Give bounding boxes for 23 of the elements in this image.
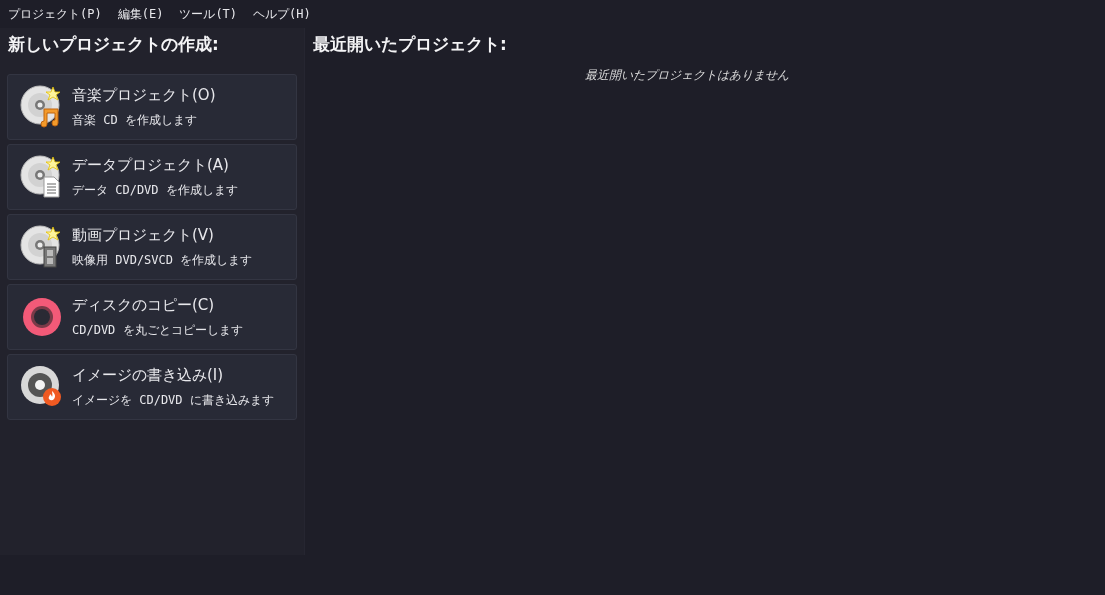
project-option[interactable]: 動画プロジェクト(V) 映像用 DVD/SVCD を作成します	[7, 213, 297, 280]
option-title: 動画プロジェクト(V)	[72, 225, 215, 247]
menu-item[interactable]: プロジェクト(P)	[0, 5, 110, 23]
section-title: 最近開いたプロジェクト:	[312, 33, 508, 56]
option-description: 映像用 DVD/SVCD を作成します	[72, 251, 253, 269]
project-option[interactable]: イメージの書き込み(I) イメージを CD/DVD に書き込みます	[7, 353, 297, 420]
burn-disc-icon	[20, 364, 64, 409]
option-description: 音楽 CD を作成します	[72, 111, 198, 129]
project-option[interactable]: 音楽プロジェクト(O) 音楽 CD を作成します	[7, 73, 297, 140]
menu-item[interactable]: 編集(E)	[109, 5, 172, 23]
option-title: ディスクのコピー(C)	[72, 295, 216, 317]
section-title: 新しいプロジェクトの作成:	[7, 33, 220, 56]
menu-item[interactable]: ヘルプ(H)	[245, 5, 319, 23]
option-description: データ CD/DVD を作成します	[72, 181, 238, 199]
option-title: イメージの書き込み(I)	[72, 365, 225, 387]
option-description: イメージを CD/DVD に書き込みます	[72, 391, 274, 409]
option-title: データプロジェクト(A)	[72, 155, 230, 177]
option-description: CD/DVD を丸ごとコピーします	[72, 321, 243, 339]
empty-message: 最近開いたプロジェクトはありません	[584, 66, 790, 84]
project-option[interactable]: ディスクのコピー(C) CD/DVD を丸ごとコピーします	[7, 283, 297, 350]
option-title: 音楽プロジェクト(O)	[72, 85, 216, 107]
project-option[interactable]: データプロジェクト(A) データ CD/DVD を作成します	[7, 143, 297, 210]
menu-item[interactable]: ツール(T)	[171, 5, 246, 23]
